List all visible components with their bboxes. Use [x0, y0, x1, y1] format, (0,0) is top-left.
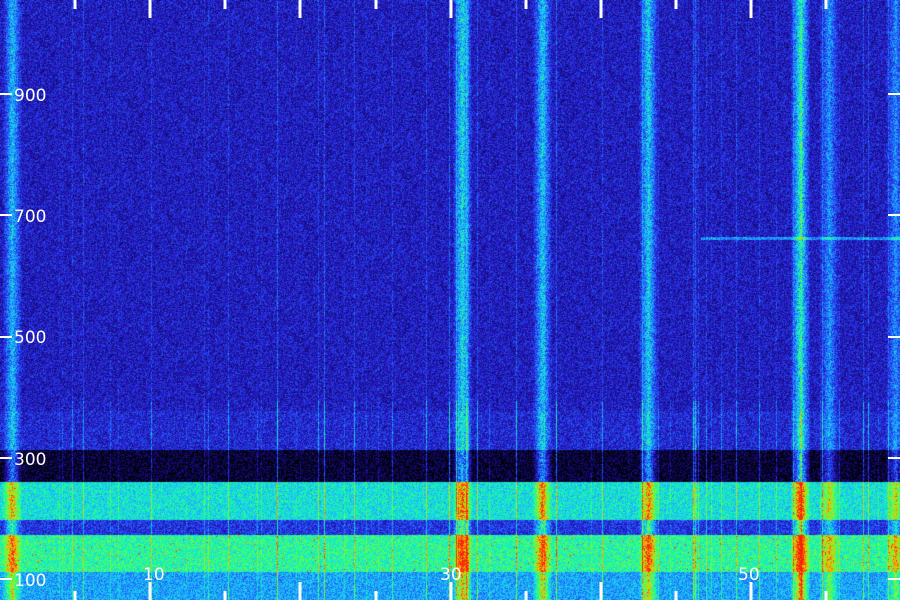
y-tick-label-700: 700 — [14, 207, 46, 227]
x-tick-label-10: 10 — [143, 565, 165, 585]
x-tick-label-50: 50 — [738, 565, 760, 585]
spectrogram-chart: 900 700 500 300 100 10 30 50 — [0, 0, 900, 600]
x-tick-label-30: 30 — [440, 565, 462, 585]
spectrogram-svg: 900 700 500 300 100 10 30 50 — [0, 0, 900, 600]
y-tick-label-100: 100 — [14, 571, 46, 591]
y-tick-label-300: 300 — [14, 450, 46, 470]
y-tick-label-900: 900 — [14, 86, 46, 106]
y-tick-label-500: 500 — [14, 328, 46, 348]
heatmap-image — [0, 0, 900, 600]
